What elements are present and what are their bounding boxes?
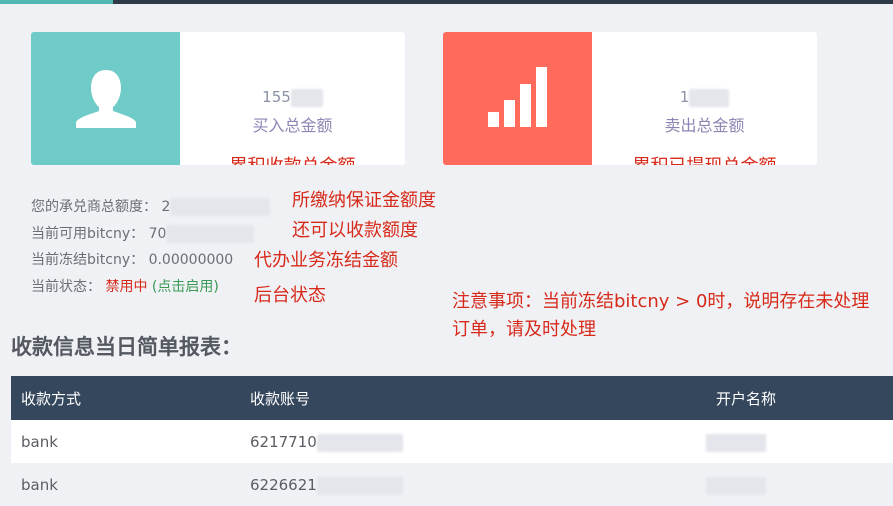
header-account: 收款账号: [250, 390, 311, 408]
total-limit-line: 您的承兑商总额度： 2: [31, 196, 271, 216]
row-account: 6217710: [250, 433, 403, 452]
available-line: 当前可用bitcny： 70: [31, 223, 255, 243]
buy-total-label: 买入总金额: [252, 116, 333, 135]
row-account: 6226621: [250, 476, 403, 495]
user-icon: [75, 69, 136, 128]
header-method: 收款方式: [21, 390, 82, 408]
buy-total-annotation: 累积收款总金额: [180, 152, 405, 165]
table-row: bank 6226621: [11, 463, 893, 506]
header-account-name: 开户名称: [716, 390, 777, 408]
enable-link[interactable]: (点击启用): [152, 279, 219, 295]
sell-total-annotation: 累积已提现总金额: [592, 152, 817, 165]
signal-bars-icon: [487, 66, 547, 127]
frozen-label: 当前冻结bitcny：: [31, 252, 145, 268]
collectable-annotation: 还可以收款额度: [292, 220, 418, 241]
buy-total-value: 155: [180, 88, 405, 107]
table-header: 收款方式 收款账号 开户名称: [11, 376, 893, 420]
deposit-annotation: 所缴纳保证金额度: [292, 190, 436, 211]
report-title: 收款信息当日简单报表：: [11, 335, 242, 359]
status-label: 当前状态：: [31, 279, 101, 295]
status-badge: 禁用中: [105, 279, 148, 295]
frozen-annotation: 代办业务冻结金额: [254, 250, 398, 271]
row-account-name: [706, 476, 766, 495]
row-method: bank: [21, 476, 58, 494]
top-bar-accent: [0, 0, 113, 4]
buy-card-icon-box: [31, 32, 180, 165]
buy-total-card: 155 买入总金额 累积收款总金额: [31, 32, 405, 165]
table-row: bank 6217710: [11, 420, 893, 463]
report-table: 收款方式 收款账号 开户名称 bank 6217710 bank 6226621: [11, 376, 893, 506]
total-limit-label: 您的承兑商总额度：: [31, 199, 157, 215]
status-annotation: 后台状态: [254, 285, 326, 306]
sell-card-icon-box: [443, 32, 592, 165]
row-account-name: [706, 433, 766, 452]
frozen-line: 当前冻结bitcny： 0.00000000: [31, 249, 233, 269]
sell-total-card: 1 卖出总金额 累积已提现总金额: [443, 32, 817, 165]
row-method: bank: [21, 433, 58, 451]
top-bar: [0, 0, 893, 4]
notice-annotation: 注意事项：当前冻结bitcny > 0时，说明存在未处理订单，请及时处理: [452, 291, 870, 340]
available-label: 当前可用bitcny：: [31, 226, 145, 242]
available-value: 70: [148, 226, 167, 242]
sell-total-value: 1: [592, 88, 817, 107]
sell-total-label: 卖出总金额: [664, 116, 745, 135]
total-limit-value: 2: [161, 199, 171, 215]
frozen-value: 0.00000000: [148, 252, 234, 268]
status-line: 当前状态： 禁用中 (点击启用): [31, 276, 219, 296]
